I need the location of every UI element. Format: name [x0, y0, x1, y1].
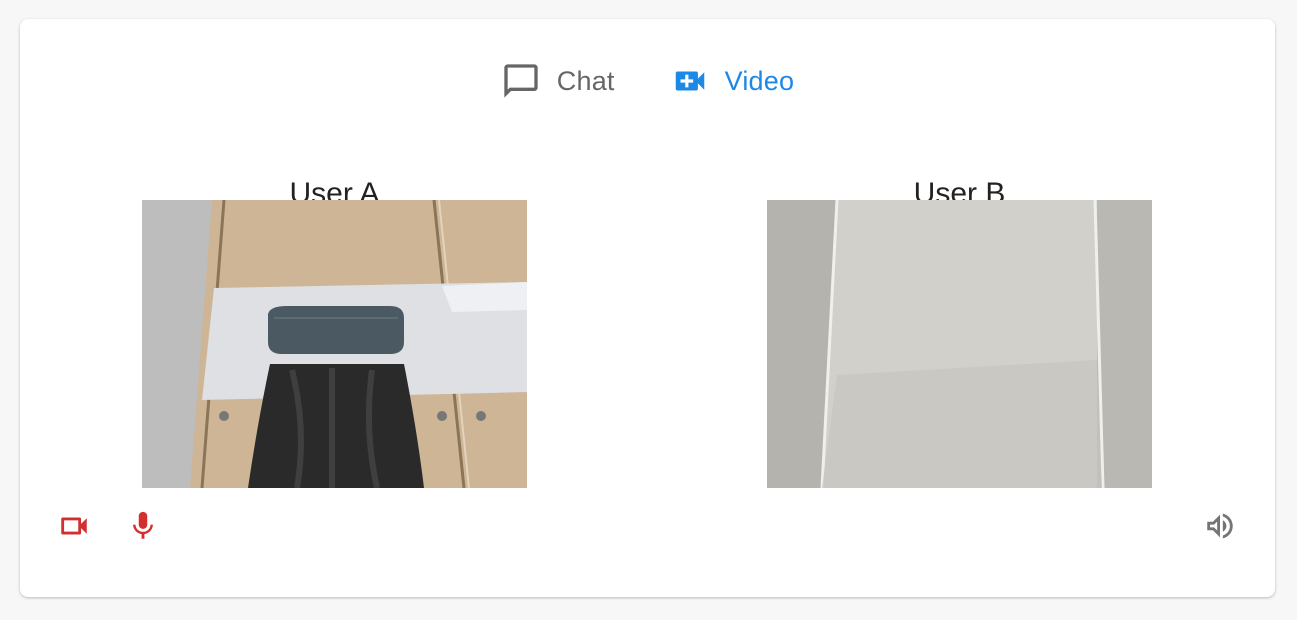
tab-video-label: Video: [724, 65, 795, 96]
videocam-icon: [57, 509, 91, 548]
video-chat-card: Chat Video User A User B: [20, 19, 1275, 597]
chat-bubble-icon: [501, 61, 541, 101]
volume-icon: [1203, 509, 1237, 548]
tab-chat[interactable]: Chat: [501, 59, 615, 103]
video-call-icon: [671, 62, 709, 100]
tab-chat-label: Chat: [556, 65, 615, 96]
user-a-video: [142, 200, 527, 488]
user-b-video: [767, 200, 1152, 488]
volume-button[interactable]: [1203, 511, 1237, 545]
mic-icon: [126, 509, 160, 548]
mic-toggle-button[interactable]: [126, 511, 160, 545]
camera-toggle-button[interactable]: [57, 511, 91, 545]
tab-video[interactable]: Video: [671, 59, 795, 103]
tab-bar: Chat Video: [20, 59, 1275, 103]
